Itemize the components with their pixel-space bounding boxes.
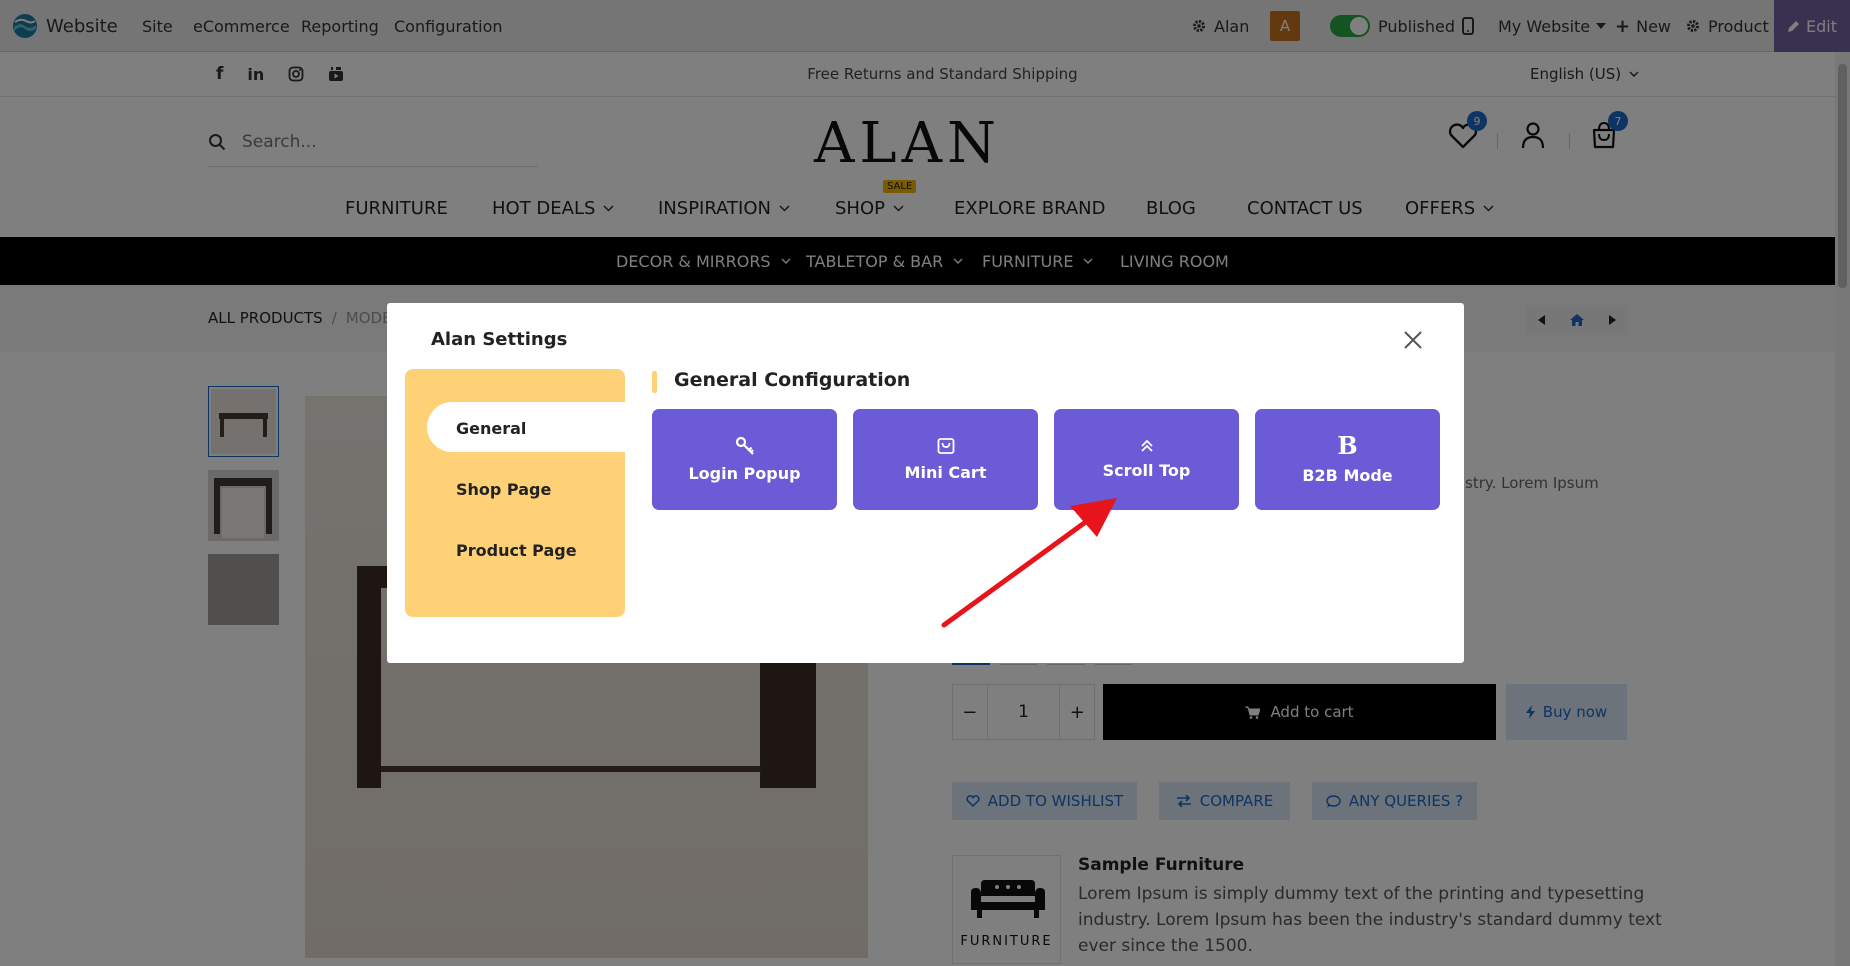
close-icon[interactable]	[1402, 329, 1424, 351]
section-accent-bar	[652, 371, 657, 393]
sidebar-item-shop-page[interactable]: Shop Page	[456, 480, 551, 499]
shopping-bag-icon	[937, 437, 955, 455]
bold-b-icon: B	[1337, 431, 1358, 460]
login-popup-button[interactable]: Login Popup	[652, 409, 837, 510]
annotation-arrow	[941, 498, 1117, 628]
settings-sidebar: General Shop Page Product Page	[405, 369, 627, 617]
sidebar-item-product-page[interactable]: Product Page	[456, 541, 577, 560]
modal-title: Alan Settings	[431, 329, 568, 350]
sidebar-item-general[interactable]: General	[456, 419, 526, 438]
section-title: General Configuration	[674, 369, 911, 391]
key-icon	[735, 436, 755, 456]
settings-modal: Alan Settings General Shop Page Product …	[387, 303, 1464, 663]
double-chevron-up-icon	[1140, 439, 1154, 453]
b2b-mode-button[interactable]: B B2B Mode	[1255, 409, 1440, 510]
